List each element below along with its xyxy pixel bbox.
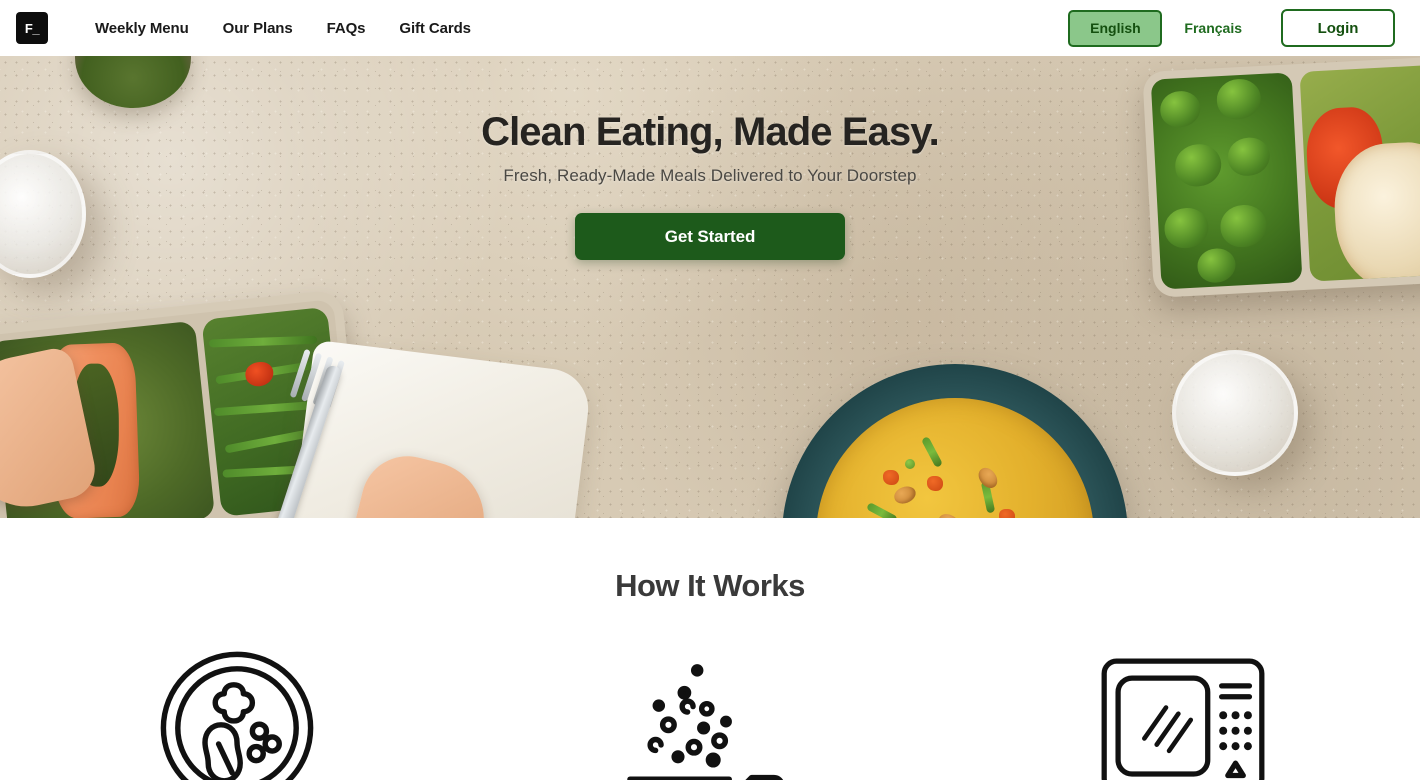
nav-item-weekly-menu[interactable]: Weekly Menu: [81, 20, 206, 37]
hero-section: Clean Eating, Made Easy. Fresh, Ready-Ma…: [0, 56, 1420, 518]
hero-title: Clean Eating, Made Easy.: [481, 110, 940, 154]
site-header: F_ Weekly Menu Our Plans FAQs Gift Cards…: [0, 0, 1420, 56]
login-button[interactable]: Login: [1281, 9, 1395, 47]
hero-subtitle: Fresh, Ready-Made Meals Delivered to You…: [503, 166, 917, 185]
main-navigation: Weekly Menu Our Plans FAQs Gift Cards: [81, 20, 488, 37]
how-it-works-step-3: [947, 648, 1420, 780]
how-it-works-step-1: [0, 648, 473, 780]
language-toggle-francais[interactable]: Français: [1184, 20, 1242, 36]
nav-item-our-plans[interactable]: Our Plans: [206, 20, 310, 37]
brand-logo-icon[interactable]: F_: [16, 12, 48, 44]
meal-plate-icon: [157, 648, 317, 780]
nav-item-faqs[interactable]: FAQs: [310, 20, 383, 37]
how-it-works-step-2: [473, 648, 946, 780]
language-toggle-english[interactable]: English: [1068, 9, 1163, 47]
how-it-works-steps: [0, 648, 1420, 780]
brand-logo-text: F_: [24, 20, 40, 36]
hero-food-curry: [816, 398, 1094, 518]
how-it-works-title: How It Works: [615, 568, 805, 603]
nav-item-gift-cards[interactable]: Gift Cards: [382, 20, 488, 37]
header-actions: English Français Login: [1068, 0, 1420, 56]
how-it-works-section: How It Works: [0, 518, 1420, 780]
frying-pan-icon: [620, 648, 800, 780]
hero-copy: Clean Eating, Made Easy. Fresh, Ready-Ma…: [0, 112, 1420, 260]
get-started-button[interactable]: Get Started: [575, 213, 845, 260]
microwave-icon: [1098, 648, 1268, 780]
hero-water-glass-right: [1172, 350, 1298, 476]
